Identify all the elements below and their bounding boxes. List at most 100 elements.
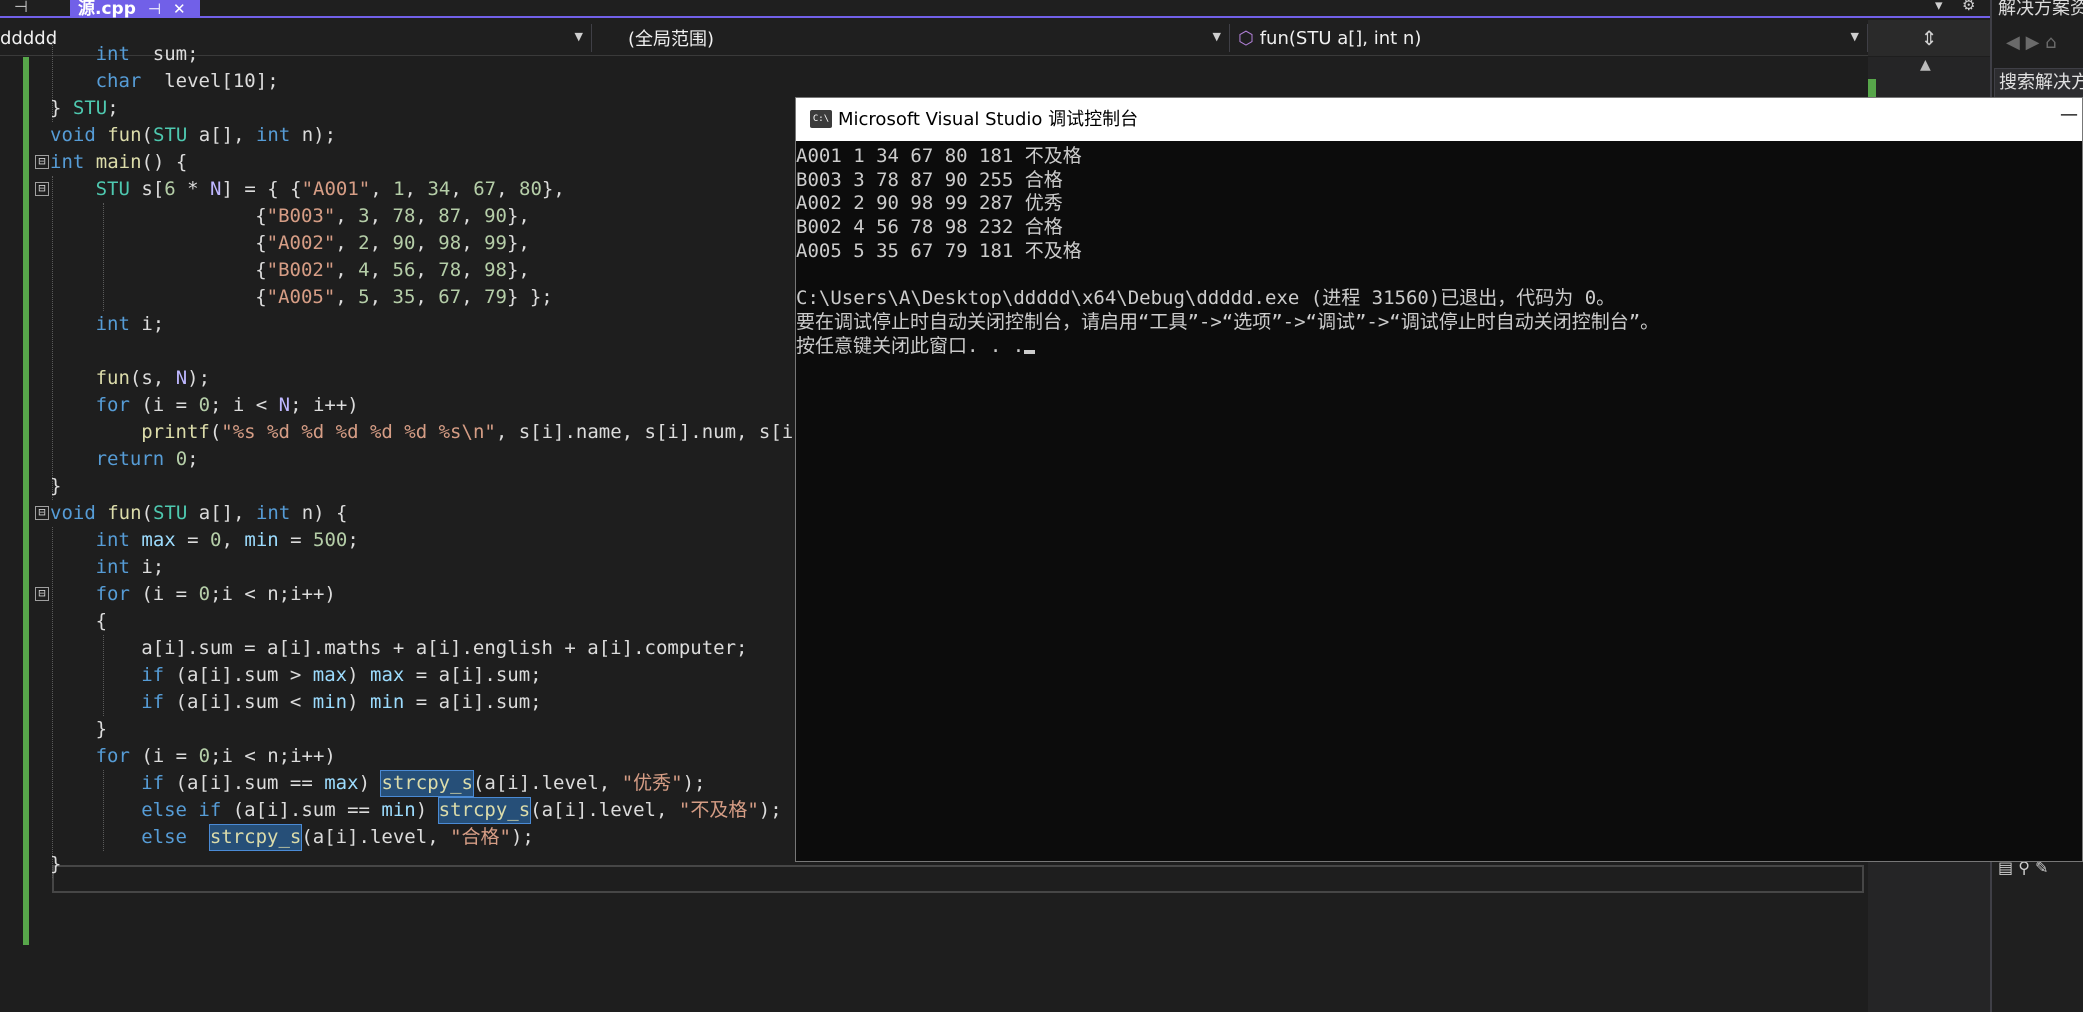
code-token: sum; bbox=[129, 43, 199, 65]
member-dropdown[interactable]: ⬡ fun(STU a[], int n) ▼ bbox=[1232, 24, 1868, 52]
code-token: ] = { { bbox=[221, 178, 302, 200]
code-token: { bbox=[255, 259, 267, 281]
code-token: (s, bbox=[129, 367, 176, 389]
tab-pin-icon[interactable]: ⊣ bbox=[148, 2, 161, 17]
code-line[interactable]: } bbox=[96, 716, 107, 743]
current-line-highlight bbox=[52, 865, 1864, 893]
code-line[interactable]: STU s[6 * N] = { {"A001", 1, 34, 67, 80}… bbox=[96, 176, 565, 203]
code-token: , bbox=[335, 259, 359, 281]
code-line[interactable]: {"A005", 5, 35, 67, 79} }; bbox=[255, 284, 553, 311]
code-line[interactable]: if (a[i].sum > max) max = a[i].sum; bbox=[141, 662, 541, 689]
settings-gear-icon[interactable]: ⚙ bbox=[1962, 0, 1975, 14]
code-token: (a[i].sum == bbox=[164, 772, 325, 794]
code-token: { bbox=[95, 610, 108, 632]
code-token: ) bbox=[347, 691, 371, 713]
minimize-icon[interactable]: — bbox=[2060, 104, 2078, 125]
code-line[interactable]: printf("%s %d %d %d %d %d %s\n", s[i].na… bbox=[141, 419, 805, 446]
code-token: i; bbox=[129, 313, 165, 335]
code-line[interactable]: for (i = 0;i < n;i++) bbox=[96, 581, 336, 608]
code-token-ty: STU bbox=[72, 97, 108, 119]
code-token: , bbox=[335, 286, 359, 308]
code-line[interactable]: else if (a[i].sum == min) strcpy_s(a[i].… bbox=[141, 797, 781, 824]
scope-dropdown[interactable]: (全局范围) ▼ bbox=[592, 24, 1230, 52]
navigation-icons[interactable]: ◀ ▶ ⌂ bbox=[2006, 32, 2057, 53]
code-token-ty: STU bbox=[153, 124, 188, 146]
debug-console-window[interactable]: C:\ Microsoft Visual Studio 调试控制台 — A001… bbox=[795, 97, 2083, 862]
code-token: }, bbox=[541, 178, 565, 200]
collapse-region-icon[interactable]: ⊟ bbox=[35, 155, 49, 169]
code-line[interactable]: {"B002", 4, 56, 78, 98}, bbox=[255, 257, 530, 284]
code-token-st: "合格" bbox=[450, 826, 511, 848]
code-token: , bbox=[450, 178, 474, 200]
code-line[interactable]: void fun(STU a[], int n); bbox=[50, 122, 336, 149]
collapse-region-icon[interactable]: ⊟ bbox=[35, 506, 49, 520]
code-line[interactable]: { bbox=[96, 608, 107, 635]
code-token: ; bbox=[107, 97, 119, 119]
split-window-button[interactable]: ⇕ bbox=[1868, 20, 1990, 56]
scroll-up-icon[interactable]: ▲ bbox=[1920, 57, 1931, 73]
code-token: ); bbox=[682, 772, 706, 794]
code-line[interactable]: if (a[i].sum < min) min = a[i].sum; bbox=[141, 689, 541, 716]
code-token-fn: fun bbox=[107, 124, 142, 146]
code-token-nm: 6 bbox=[164, 178, 176, 200]
pin-icon[interactable]: ⊣ bbox=[14, 0, 28, 16]
code-line[interactable]: if (a[i].sum == max) strcpy_s(a[i].level… bbox=[141, 770, 705, 797]
code-token: a[i].sum = a[i].maths + a[i].english + a… bbox=[141, 637, 748, 659]
code-token: , bbox=[415, 232, 439, 254]
tab-list-dropdown-icon[interactable]: ▾ bbox=[1935, 0, 1943, 14]
collapse-region-icon[interactable]: ⊟ bbox=[35, 587, 49, 601]
code-token-nm: 35 bbox=[392, 286, 416, 308]
code-token-nm: 98 bbox=[438, 232, 462, 254]
code-line[interactable]: {"A002", 2, 90, 98, 99}, bbox=[255, 230, 530, 257]
code-token: ;i < n;i++) bbox=[210, 583, 336, 605]
code-token: (i = bbox=[129, 394, 199, 416]
code-token-vr: max bbox=[312, 664, 348, 686]
document-tab-bar: ⊣ 源.cpp ⊣ ✕ ▾ ⚙ bbox=[0, 0, 1990, 18]
code-token-st: "A001" bbox=[301, 178, 371, 200]
tab-close-icon[interactable]: ✕ bbox=[173, 2, 186, 17]
code-token: ; i < bbox=[210, 394, 279, 416]
code-line[interactable]: else strcpy_s(a[i].level, "合格"); bbox=[141, 824, 534, 851]
code-line[interactable]: {"B003", 3, 78, 87, 90}, bbox=[255, 203, 530, 230]
code-token-ty: STU bbox=[153, 502, 188, 524]
code-token: , bbox=[369, 259, 393, 281]
code-line[interactable]: fun(s, N); bbox=[96, 365, 210, 392]
code-token-kw: if bbox=[141, 691, 165, 713]
code-token-vr: max bbox=[324, 772, 359, 794]
code-line[interactable]: return 0; bbox=[96, 446, 199, 473]
tab-source-cpp[interactable]: 源.cpp ⊣ ✕ bbox=[70, 0, 200, 18]
code-token-vr: max bbox=[141, 529, 176, 551]
console-titlebar[interactable]: C:\ Microsoft Visual Studio 调试控制台 — bbox=[796, 98, 2082, 141]
panel-title: 解决方案资 bbox=[1998, 0, 2083, 19]
code-line[interactable]: int i; bbox=[96, 311, 165, 338]
code-line[interactable]: char level[10]; bbox=[96, 68, 279, 95]
code-line[interactable]: void fun(STU a[], int n) { bbox=[50, 500, 348, 527]
collapse-region-icon[interactable]: ⊟ bbox=[35, 182, 49, 196]
code-token: { bbox=[255, 232, 267, 254]
code-line[interactable]: } STU; bbox=[50, 95, 119, 122]
code-token-st: "优秀" bbox=[621, 772, 683, 794]
code-token-kw: void bbox=[50, 502, 96, 524]
code-token: ; i++) bbox=[290, 394, 359, 416]
code-token: ; bbox=[187, 448, 199, 470]
code-token: * bbox=[175, 178, 211, 200]
code-line[interactable]: int max = 0, min = 500; bbox=[96, 527, 359, 554]
code-token: (a[i].sum == bbox=[221, 799, 382, 821]
code-line[interactable]: int sum; bbox=[96, 41, 199, 68]
code-line[interactable]: for (i = 0; i < N; i++) bbox=[96, 392, 359, 419]
solution-search-input[interactable]: 搜索解决方 bbox=[1994, 68, 2083, 98]
code-line[interactable]: int i; bbox=[96, 554, 165, 581]
code-line[interactable]: a[i].sum = a[i].maths + a[i].english + a… bbox=[141, 635, 747, 662]
code-token: level[10]; bbox=[141, 70, 279, 92]
code-token-nm: 78 bbox=[392, 205, 416, 227]
code-token-kw: char bbox=[95, 70, 142, 92]
code-token: = bbox=[175, 529, 211, 551]
indent-guide bbox=[103, 203, 104, 311]
code-token-fn: strcpy_s bbox=[209, 826, 302, 848]
code-line[interactable]: int main() { bbox=[50, 149, 187, 176]
code-line[interactable]: for (i = 0;i < n;i++) bbox=[96, 743, 336, 770]
code-token-nm: 5 bbox=[358, 286, 370, 308]
project-dropdown[interactable]: ddddd ▼ bbox=[0, 24, 592, 52]
code-token-kw: for bbox=[95, 583, 130, 605]
